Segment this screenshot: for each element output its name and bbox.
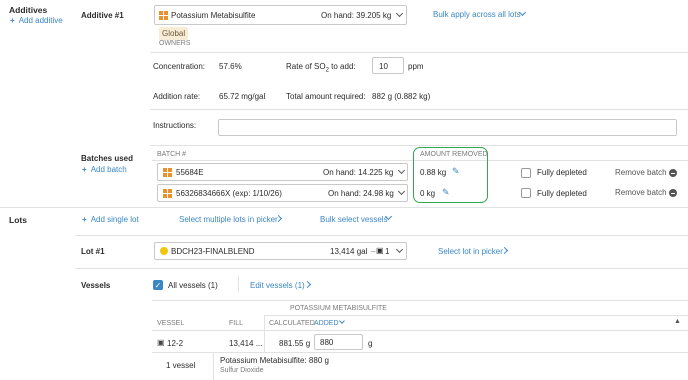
rate-input[interactable]: 10 (372, 57, 404, 74)
batch-icon (163, 189, 172, 198)
lot-volume: 13,414 gal (330, 247, 368, 256)
fully-depleted-checkbox[interactable] (521, 188, 531, 198)
edit-vessels-label: Edit vessels (1) (250, 281, 305, 290)
added-column-header[interactable]: ADDED (314, 320, 339, 327)
add-batch-label: Add batch (90, 165, 127, 174)
batch-select[interactable]: 56326834666X (exp: 1/10/26) On hand: 24.… (157, 184, 408, 202)
batch-icon (163, 168, 172, 177)
concentration-label: Concentration: (153, 62, 206, 71)
batches-used-label: Batches used (81, 154, 134, 163)
batch-number: 56326834666X (exp: 1/10/26) (176, 189, 282, 198)
plus-icon: + (10, 16, 15, 25)
batch-number: 55684E (176, 168, 204, 177)
add-single-lot-link[interactable]: + Add single lot (82, 215, 139, 224)
additive-icon (159, 11, 168, 20)
all-vessels-label: All vessels (1) (168, 281, 218, 290)
vessel-count: 1 vessel (166, 361, 196, 370)
bulk-select-vessels-label: Bulk select vessels (320, 215, 388, 224)
select-lot-picker-label: Select lot in picker (438, 247, 503, 256)
add-single-lot-label: Add single lot (90, 215, 139, 224)
lot-name: BDCH23-FINALBLEND (171, 247, 255, 256)
rate-label-end: to add: (328, 62, 356, 71)
lot-color-dot (160, 247, 168, 255)
select-lot-picker-link[interactable]: Select lot in picker (438, 247, 503, 256)
remove-batch-button[interactable]: Remove batch (615, 168, 667, 177)
all-vessels-checkbox[interactable]: ✓ (153, 280, 163, 290)
rate-label: Rate of SO2 to add: (286, 62, 356, 74)
additive-select[interactable]: Potassium Metabisulfite On hand: 39.205 … (154, 5, 407, 25)
total-required-label: Total amount required: (286, 92, 366, 101)
added-unit: g (368, 339, 373, 348)
fully-depleted-label: Fully depleted (537, 168, 587, 177)
select-multiple-lots-link[interactable]: Select multiple lots in picker (179, 215, 278, 224)
minus-circle-icon[interactable] (669, 189, 677, 197)
tank-icon: ▣ (376, 246, 384, 255)
added-input[interactable]: 880 (314, 334, 363, 350)
rate-unit: ppm (408, 62, 424, 71)
group-header: POTASSIUM METABISULFITE (290, 305, 387, 312)
vessel-fill: 13,414 ... (229, 339, 263, 348)
fill-column-header: FILL (229, 320, 244, 327)
batch-column-header: BATCH # (157, 151, 187, 158)
instructions-label: Instructions: (153, 121, 197, 130)
minus-circle-icon[interactable] (669, 169, 677, 177)
chevron-right-icon (303, 280, 312, 289)
additive-name: Potassium Metabisulfite (171, 11, 256, 20)
bulk-apply-link[interactable]: Bulk apply across all lots (433, 10, 521, 19)
added-input-value: 880 (320, 338, 334, 347)
chevron-down-icon (395, 9, 404, 18)
additive-on-hand: On hand: 39.205 kg (321, 11, 392, 20)
amount-removed-highlight (413, 147, 488, 203)
calculated-column-header: CALCULATED (269, 320, 315, 327)
edit-vessels-link[interactable]: Edit vessels (1) (250, 281, 305, 290)
chevron-down-icon (395, 245, 404, 254)
lot-item-label: Lot #1 (81, 247, 105, 256)
remove-batch-button[interactable]: Remove batch (615, 188, 667, 197)
lot-vessel-count: 1 (385, 247, 390, 256)
additive-item-label: Additive #1 (81, 11, 124, 20)
select-multiple-lots-label: Select multiple lots in picker (179, 215, 278, 224)
rate-label-text: Rate of SO (286, 62, 326, 71)
addition-rate-label: Addition rate: (153, 92, 201, 101)
footer-sub: Sulfur Dioxide (220, 367, 264, 374)
separator-dash: – (371, 247, 376, 256)
add-batch-link[interactable]: + Add batch (82, 165, 127, 174)
plus-icon: + (82, 165, 87, 174)
batch-on-hand: On hand: 24.98 kg (328, 189, 394, 198)
lots-section-label: Lots (9, 215, 27, 225)
instructions-input[interactable] (218, 119, 677, 136)
vessels-label: Vessels (81, 281, 111, 290)
owners-label: OWNERS (159, 40, 191, 47)
addition-rate-value: 65.72 mg/gal (219, 92, 266, 101)
lot-select[interactable]: BDCH23-FINALBLEND 13,414 gal – ▣ 1 (154, 242, 407, 260)
rate-input-value: 10 (379, 62, 388, 71)
vessel-column-header: VESSEL (157, 320, 185, 327)
vessel-name[interactable]: 12-2 (167, 339, 183, 348)
sort-up-icon[interactable]: ▲ (674, 318, 681, 325)
add-additive-link[interactable]: + Add additive (10, 16, 63, 25)
plus-icon: + (82, 215, 87, 224)
bulk-apply-label: Bulk apply across all lots (433, 10, 521, 19)
chevron-down-icon (397, 187, 406, 196)
fully-depleted-checkbox[interactable] (521, 168, 531, 178)
bulk-select-vessels-link[interactable]: Bulk select vessels (320, 215, 388, 224)
add-additive-label: Add additive (18, 16, 63, 25)
concentration-value: 57.6% (219, 62, 242, 71)
batch-on-hand: On hand: 14.225 kg (323, 168, 394, 177)
batch-select[interactable]: 55684E On hand: 14.225 kg (157, 163, 408, 181)
calculated-value: 881.55 g (279, 339, 311, 348)
global-badge: Global (159, 27, 189, 40)
additives-section-label: Additives (9, 5, 48, 15)
tank-icon: ▣ (157, 338, 165, 347)
total-required-value: 882 g (0.882 kg) (372, 92, 431, 101)
footer-total: Potassium Metabisulfite: 880 g (220, 356, 329, 365)
fully-depleted-label: Fully depleted (537, 189, 587, 198)
chevron-down-icon (397, 166, 406, 175)
